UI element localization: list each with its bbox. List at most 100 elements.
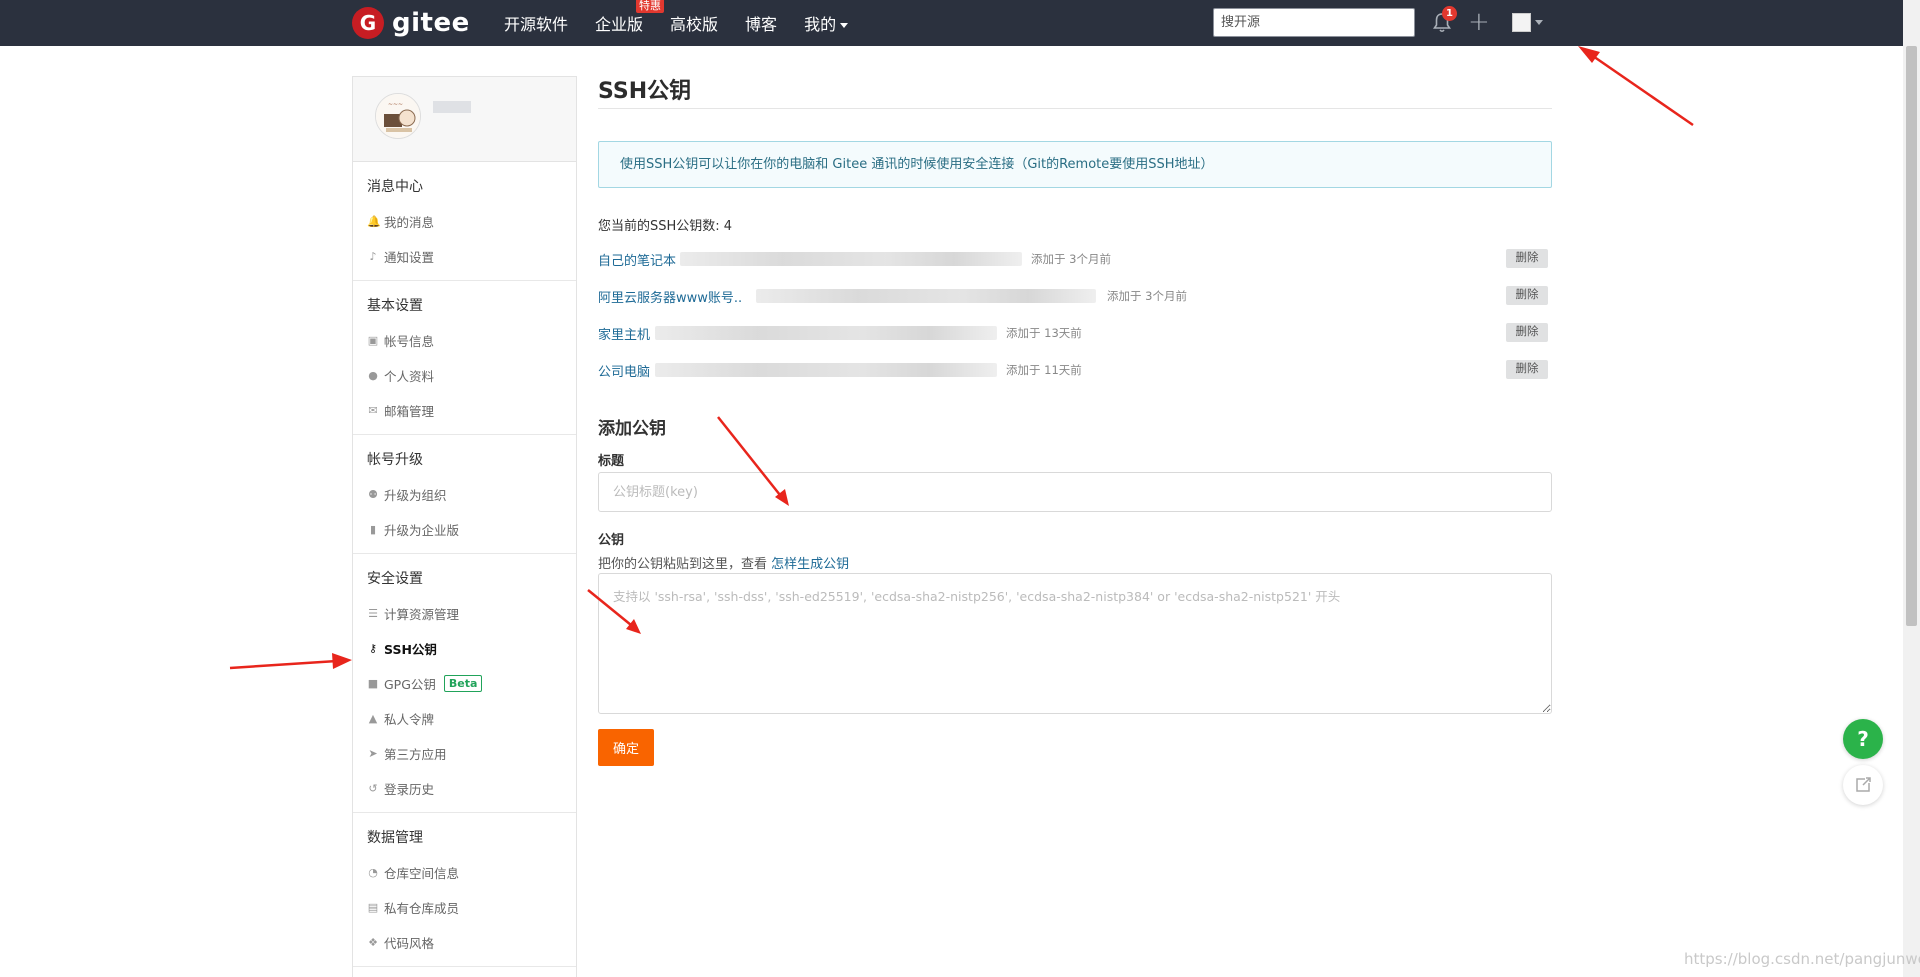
how-to-generate-link[interactable]: 怎样生成公钥 (771, 557, 849, 572)
submit-button[interactable]: 确定 (598, 729, 654, 766)
nav-mine[interactable]: 我的 (804, 11, 849, 35)
ssh-key-added: 添加于 3个月前 (1107, 289, 1187, 303)
sidebar-group: 安全设置 ☰ 计算资源管理 ⚷ SSH公钥 ■ GPG公钥 Beta ▲ 私人令牌 ➤ 第三方应用 ↺ 登… (353, 554, 576, 813)
ssh-key-row: 家里主机 添加于 13天前 删除 (598, 322, 1552, 344)
main-content: SSH公钥 使用SSH公钥可以让你在你的电脑和 Gitee 通讯的时候使用安全连… (598, 76, 1552, 766)
ssh-key-row: 阿里云服务器www账号.. 添加于 3个月前 删除 (598, 285, 1552, 307)
sidebar-item[interactable]: ♪ 通知设置 (353, 239, 576, 274)
watermark: https://blog.csdn.net/pangjunwei (1684, 950, 1920, 968)
sidebar-item[interactable]: ☰ 计算资源管理 (353, 596, 576, 631)
sidebar-item-label: 私有仓库成员 (384, 901, 460, 916)
server-icon: ☰ (368, 607, 378, 620)
group-icon: ⚉ (368, 488, 378, 501)
delete-key-button[interactable]: 删除 (1506, 360, 1548, 379)
sidebar-item-label: 帐号信息 (384, 334, 435, 349)
title-label: 标题 (598, 454, 625, 469)
info-alert: 使用SSH公钥可以让你在你的电脑和 Gitee 通讯的时候使用安全连接（Git的… (598, 141, 1552, 188)
ssh-key-added: 添加于 11天前 (1006, 363, 1082, 377)
gitee-logo[interactable]: G gitee (352, 7, 470, 39)
pie-chart-icon: ◔ (368, 866, 378, 879)
sidebar-item[interactable]: ■ GPG公钥 Beta (353, 666, 576, 701)
chevron-down-icon[interactable] (1535, 20, 1543, 25)
ssh-key-name[interactable]: 公司电脑 (598, 361, 650, 380)
sidebar-group-title: 帐号升级 (367, 452, 423, 468)
sidebar-group-title: 安全设置 (367, 571, 423, 587)
sidebar-item-label: 升级为组织 (384, 488, 447, 503)
sidebar-item[interactable]: ⚉ 升级为组织 (353, 477, 576, 512)
sidebar-item[interactable]: ✉ 邮箱管理 (353, 393, 576, 428)
nav-opensource[interactable]: 开源软件 (504, 11, 568, 35)
sidebar-item[interactable]: ↺ 登录历史 (353, 771, 576, 806)
feedback-button[interactable] (1843, 765, 1883, 805)
delete-key-button[interactable]: 删除 (1506, 249, 1548, 268)
lock-icon: ■ (367, 677, 379, 690)
sidebar-item-label: 第三方应用 (384, 747, 447, 762)
nav-enterprise[interactable]: 企业版 特惠 (595, 0, 665, 35)
fingerprint-redacted (655, 363, 997, 377)
sidebar-group-title: 消息中心 (367, 179, 423, 195)
sidebar-item[interactable]: ❖ 代码风格 (353, 925, 576, 960)
envelope-icon: ✉ (368, 404, 378, 417)
ssh-key-row: 自己的笔记本 添加于 3个月前 删除 (598, 248, 1552, 270)
id-card-icon: ▣ (367, 334, 379, 347)
public-key-textarea[interactable] (598, 573, 1552, 714)
user-icon: ● (368, 369, 378, 382)
building-icon: ▮ (369, 523, 377, 536)
top-navbar: G gitee 开源软件 企业版 特惠 高校版 博客 我的 搜开源 1 + (0, 0, 1920, 46)
ssh-key-row: 公司电脑 添加于 11天前 删除 (598, 359, 1552, 381)
sidebar-item[interactable]: ▣ 帐号信息 (353, 323, 576, 358)
sidebar-item[interactable]: ◔ 仓库空间信息 (353, 855, 576, 890)
chevron-down-icon (840, 23, 849, 28)
sidebar-item-label: 私人令牌 (384, 712, 435, 727)
logo-mark: G (352, 7, 384, 39)
nav-blog[interactable]: 博客 (745, 11, 777, 35)
scrollbar-thumb[interactable] (1906, 46, 1917, 626)
palette-icon: ❖ (368, 936, 378, 949)
sidebar-group: 消息中心 🔔 我的消息 ♪ 通知设置 (353, 162, 576, 281)
logo-text: gitee (392, 8, 470, 38)
user-avatar[interactable] (1512, 13, 1531, 32)
key-hint: 把你的公钥粘贴到这里，查看 怎样生成公钥 (598, 553, 849, 572)
sidebar-group-title: 数据管理 (367, 830, 423, 846)
sidebar-item[interactable]: ➤ 第三方应用 (353, 736, 576, 771)
avatar[interactable]: ~~~ (375, 93, 421, 139)
nav-education[interactable]: 高校版 (670, 11, 718, 35)
add-key-heading: 添加公钥 (598, 419, 666, 439)
help-button[interactable]: ? (1843, 719, 1883, 759)
sidebar-item[interactable]: ● 个人资料 (353, 358, 576, 393)
key-hint-text: 把你的公钥粘贴到这里，查看 (598, 557, 772, 572)
sidebar-item-label: 通知设置 (384, 250, 435, 265)
sidebar-item-label: GPG公钥 (384, 677, 436, 692)
key-title-input[interactable] (598, 472, 1552, 512)
annotation-arrow-icon (1578, 46, 1694, 127)
beta-badge: Beta (443, 675, 483, 692)
delete-key-button[interactable]: 删除 (1506, 286, 1548, 305)
username-redacted (433, 101, 471, 113)
external-link-icon (1856, 777, 1871, 792)
sidebar-item[interactable]: ⚷ SSH公钥 (353, 631, 576, 666)
plus-icon[interactable]: + (1468, 8, 1490, 36)
ssh-key-name[interactable]: 家里主机 (598, 324, 650, 343)
ssh-key-count: 您当前的SSH公钥数: 4 (598, 219, 733, 234)
sidebar-item[interactable]: ▤ 私有仓库成员 (353, 890, 576, 925)
history-icon: ↺ (368, 782, 378, 795)
sidebar-item-label: 邮箱管理 (384, 404, 435, 419)
ssh-key-name[interactable]: 自己的笔记本 (598, 250, 676, 269)
key-icon: ⚷ (368, 642, 378, 655)
sidebar-item-label: 个人资料 (384, 369, 435, 384)
main-nav: 开源软件 企业版 特惠 高校版 博客 我的 (504, 0, 875, 46)
sidebar-item[interactable]: ▮ 升级为企业版 (353, 512, 576, 547)
sidebar-item[interactable]: ▲ 私人令牌 (353, 701, 576, 736)
volume-icon: ♪ (369, 250, 377, 263)
fingerprint-redacted (756, 289, 1096, 303)
sidebar-item[interactable]: 🔔 我的消息 (353, 204, 576, 239)
fingerprint-redacted (655, 326, 997, 340)
ssh-key-added: 添加于 3个月前 (1031, 252, 1111, 266)
ssh-key-name[interactable]: 阿里云服务器www账号.. (598, 287, 742, 306)
delete-key-button[interactable]: 删除 (1506, 323, 1548, 342)
notification-badge: 1 (1442, 6, 1457, 21)
sidebar-item-label: 代码风格 (384, 936, 435, 951)
sidebar-item-label: 我的消息 (384, 215, 435, 230)
search-input[interactable]: 搜开源 (1213, 8, 1415, 37)
key-label: 公钥 (598, 533, 625, 548)
